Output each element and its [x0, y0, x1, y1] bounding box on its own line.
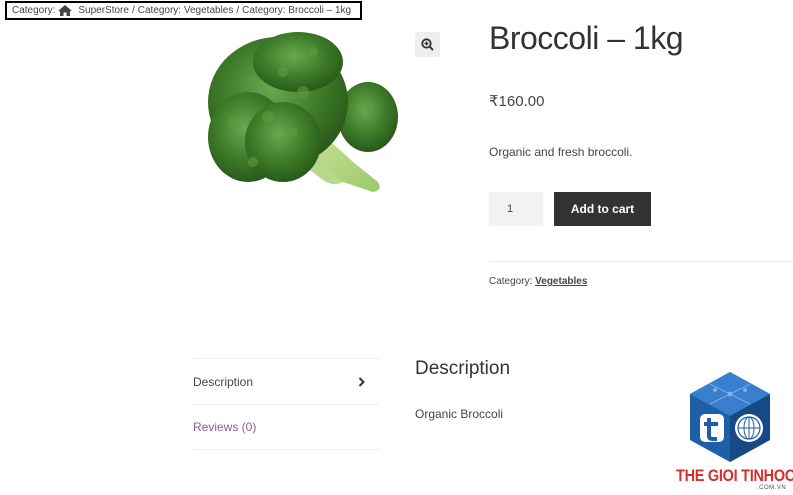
description-body: Organic Broccoli [415, 407, 504, 421]
breadcrumb-separator: / [131, 5, 135, 16]
product-meta: Category: Vegetables [489, 276, 587, 287]
breadcrumb-prefix: Category: [12, 5, 56, 16]
description-heading: Description [415, 358, 511, 379]
product-title: Broccoli – 1kg [489, 20, 683, 56]
breadcrumb-home-link[interactable]: SuperStore [78, 3, 129, 18]
watermark-text: THE GIOI TINHOC [676, 466, 793, 485]
category-label: Category: [489, 276, 533, 287]
tab-description[interactable]: Description [193, 358, 379, 404]
product-price: ₹160.00 [489, 93, 545, 110]
product-short-description: Organic and fresh broccoli. [489, 145, 633, 159]
quantity-input[interactable] [489, 192, 543, 226]
add-to-cart-button[interactable]: Add to cart [554, 192, 651, 226]
breadcrumb-separator: / [236, 5, 240, 16]
tab-label: Description [193, 374, 254, 389]
zoom-in-icon [421, 38, 434, 51]
watermark-subtext: .COM.VN [757, 485, 787, 491]
watermark-logo-icon [690, 372, 770, 462]
broccoli-image[interactable] [193, 22, 403, 212]
product-tabs: Description Reviews (0) [193, 358, 379, 450]
category-link[interactable]: Vegetables [535, 276, 587, 287]
tab-reviews[interactable]: Reviews (0) [193, 404, 379, 450]
breadcrumb: Category: SuperStore / Category: Vegetab… [5, 1, 362, 20]
zoom-button[interactable] [415, 32, 440, 57]
home-icon[interactable] [58, 4, 73, 16]
chevron-right-icon [358, 376, 365, 387]
breadcrumb-category-link[interactable]: Category: Vegetables [138, 3, 234, 18]
tab-label: Reviews (0) [193, 420, 257, 434]
divider [489, 261, 793, 262]
breadcrumb-current: Category: Broccoli – 1kg [242, 5, 352, 16]
